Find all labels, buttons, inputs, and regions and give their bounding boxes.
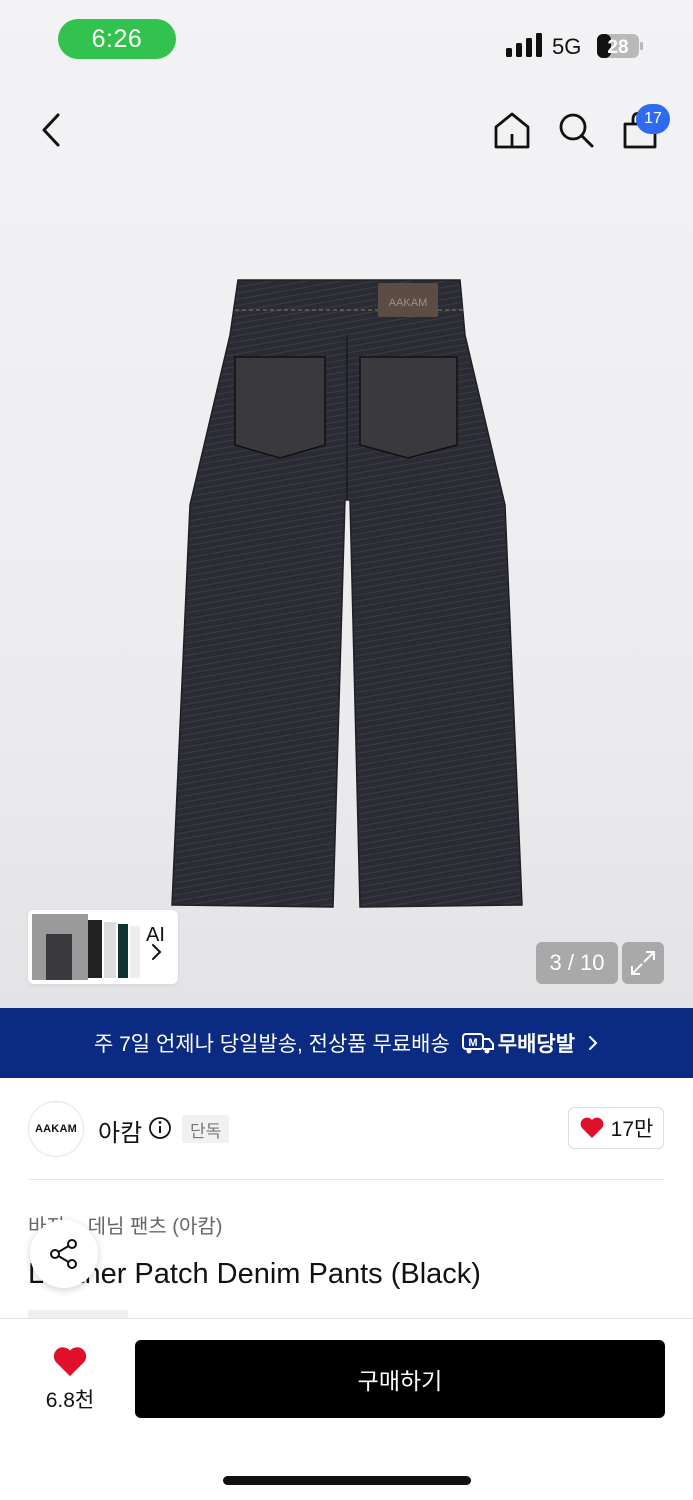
signal-icon (506, 33, 542, 57)
home-indicator (223, 1476, 471, 1485)
delivery-truck-icon: M (461, 1033, 494, 1054)
search-icon[interactable] (556, 110, 596, 150)
delivery-banner[interactable]: 주 7일 언제나 당일발송, 전상품 무료배송 M 무배당발 (0, 1008, 693, 1078)
battery-icon: 28 (597, 34, 643, 58)
status-time: 6:26 (58, 19, 176, 59)
divider (28, 1179, 665, 1180)
exclusive-badge: 단독 (182, 1115, 230, 1143)
chevron-right-icon (589, 1036, 598, 1050)
home-icon[interactable] (492, 110, 532, 150)
network-label: 5G (552, 34, 582, 59)
info-icon[interactable] (148, 1116, 172, 1140)
favorite-count: 6.8천 (45, 1389, 95, 1412)
brand-logo[interactable]: AAKAM (28, 1101, 84, 1157)
battery-level: 28 (607, 37, 628, 58)
favorite-button[interactable] (32, 1345, 108, 1384)
chevron-right-icon (152, 944, 162, 960)
svg-text:M: M (468, 1037, 477, 1049)
svg-text:AAKAM: AAKAM (389, 297, 428, 309)
heart-icon (53, 1347, 87, 1377)
banner-brand: M 무배당발 (461, 1028, 576, 1058)
cart-count-badge: 17 (636, 104, 670, 134)
expand-button[interactable] (622, 942, 664, 984)
share-button[interactable] (30, 1220, 98, 1288)
image-counter: 3 / 10 (536, 942, 618, 984)
banner-text: 주 7일 언제나 당일발송, 전상품 무료배송 (93, 1033, 450, 1056)
heart-icon (580, 1117, 604, 1138)
buy-button[interactable]: 구매하기 (135, 1340, 665, 1418)
back-icon[interactable] (38, 112, 64, 148)
share-icon (50, 1239, 77, 1269)
banner-brand-label: 무배당발 (497, 1033, 576, 1056)
brand-name[interactable]: 아캄 (98, 1113, 142, 1148)
thumbnail-image (32, 914, 140, 980)
brand-like-button[interactable]: 17만 (568, 1107, 664, 1149)
brand-like-count: 17만 (610, 1118, 654, 1141)
expand-icon (631, 951, 655, 975)
product-photo: AAKAM (171, 279, 523, 908)
